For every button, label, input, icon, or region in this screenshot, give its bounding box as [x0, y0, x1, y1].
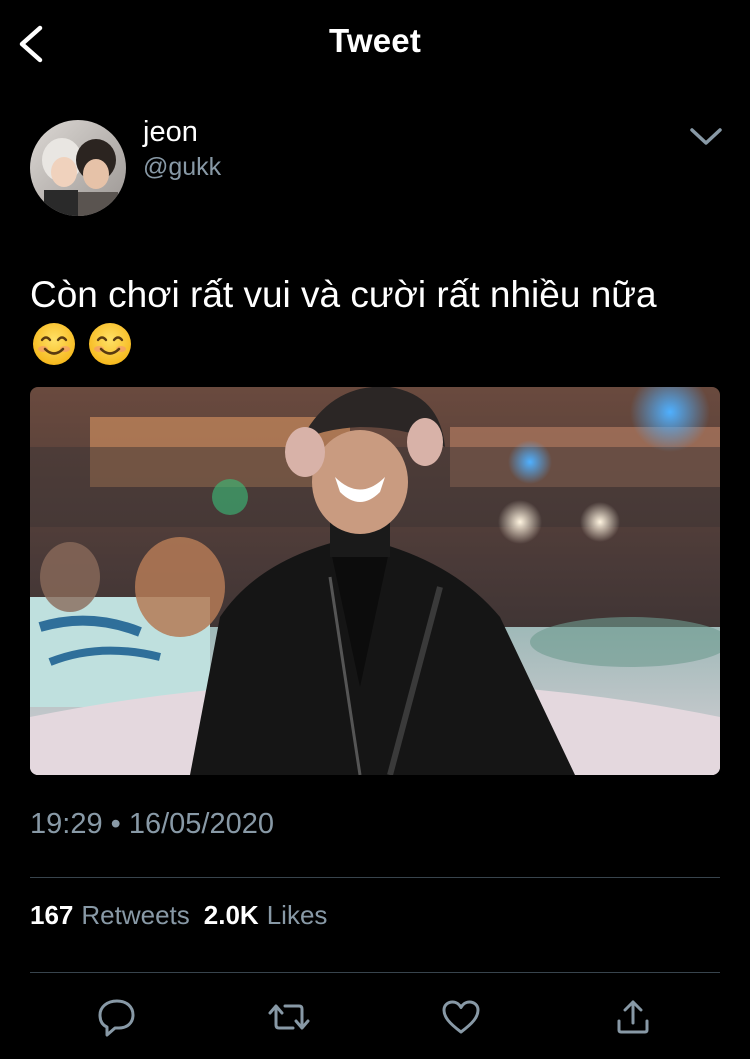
retweet-button[interactable]: [267, 995, 311, 1039]
avatar-photo: [30, 120, 126, 216]
divider: [30, 972, 720, 973]
divider: [30, 877, 720, 878]
likes-label[interactable]: Likes: [267, 900, 328, 930]
share-button[interactable]: [611, 995, 655, 1039]
author-handle[interactable]: @gukk: [143, 153, 221, 182]
share-icon: [617, 1000, 649, 1034]
smiling-face-icon: [33, 323, 75, 365]
author-name[interactable]: jeon: [143, 116, 198, 149]
reply-button[interactable]: [95, 995, 139, 1039]
retweets-count[interactable]: 167: [30, 900, 73, 930]
tweet-media-photo[interactable]: [30, 387, 720, 775]
tweet-stats: 167 Retweets 2.0K Likes: [30, 900, 341, 931]
smiling-face-icon: [89, 323, 132, 365]
top-bar: Tweet: [0, 0, 750, 90]
reply-icon: [98, 999, 135, 1037]
retweet-icon: [268, 1004, 310, 1030]
likes-count[interactable]: 2.0K: [204, 900, 259, 930]
tweet-emojis: [32, 322, 140, 368]
tweet-timestamp[interactable]: 19:29 • 16/05/2020: [30, 808, 274, 841]
chevron-down-icon: [690, 128, 722, 145]
like-icon: [442, 1000, 480, 1034]
tweet-actions-bar: [0, 995, 750, 1043]
photo-amusement-ride: [30, 387, 720, 775]
tweet-detail-screen: Tweet jeon @gukk Còn chơi rất vui và cườ…: [0, 0, 750, 1059]
page-title: Tweet: [328, 22, 422, 59]
tweet-text: Còn chơi rất vui và cười rất nhiều nữa: [30, 274, 657, 315]
like-button[interactable]: [439, 995, 483, 1039]
retweets-label[interactable]: Retweets: [81, 900, 189, 930]
avatar[interactable]: [30, 120, 126, 216]
tweet-menu-button[interactable]: [686, 120, 726, 152]
